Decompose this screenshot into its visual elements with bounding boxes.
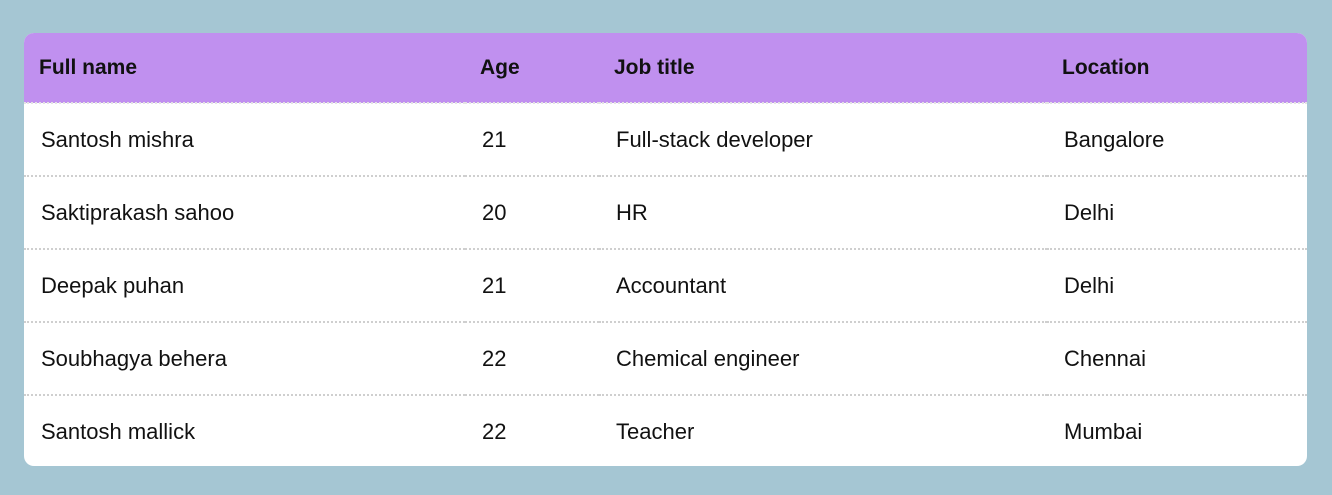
- cell-age: 22: [465, 394, 599, 466]
- table-row: Deepak puhan 21 Accountant Delhi: [24, 248, 1307, 322]
- cell-age: 20: [465, 175, 599, 249]
- cell-location: Mumbai: [1047, 394, 1307, 466]
- cell-age: 21: [465, 248, 599, 322]
- cell-location: Delhi: [1047, 175, 1307, 249]
- table-row: Santosh mishra 21 Full-stack developer B…: [24, 103, 1307, 176]
- table-row: Santosh mallick 22 Teacher Mumbai: [24, 394, 1307, 466]
- column-header-full-name: Full name: [24, 33, 465, 104]
- cell-job-title: HR: [599, 175, 1047, 249]
- cell-location: Delhi: [1047, 248, 1307, 322]
- cell-job-title: Teacher: [599, 394, 1047, 466]
- cell-full-name: Soubhagya behera: [24, 321, 465, 395]
- column-header-job-title: Job title: [599, 33, 1047, 104]
- cell-full-name: Saktiprakash sahoo: [24, 175, 465, 249]
- cell-full-name: Santosh mallick: [24, 394, 465, 466]
- cell-job-title: Accountant: [599, 248, 1047, 322]
- cell-full-name: Deepak puhan: [24, 248, 465, 322]
- table-header: Full name Age Job title Location: [24, 33, 1307, 104]
- cell-age: 22: [465, 321, 599, 395]
- column-header-age: Age: [465, 33, 599, 104]
- employee-table-card: Full name Age Job title Location Santosh…: [24, 33, 1307, 466]
- cell-full-name: Santosh mishra: [41, 126, 194, 152]
- column-header-location: Location: [1047, 33, 1307, 104]
- cell-job-title: Full-stack developer: [616, 126, 813, 152]
- cell-location: Chennai: [1047, 321, 1307, 395]
- cell-age: 21: [482, 126, 507, 152]
- table-header-row: Full name Age Job title Location: [24, 33, 1307, 104]
- table-body: Santosh mishra 21 Full-stack developer B…: [24, 103, 1307, 466]
- table-row: Soubhagya behera 22 Chemical engineer Ch…: [24, 321, 1307, 395]
- cell-job-title: Chemical engineer: [599, 321, 1047, 395]
- employee-table: Full name Age Job title Location Santosh…: [24, 33, 1307, 466]
- cell-location: Bangalore: [1064, 126, 1165, 152]
- table-row: Saktiprakash sahoo 20 HR Delhi: [24, 175, 1307, 249]
